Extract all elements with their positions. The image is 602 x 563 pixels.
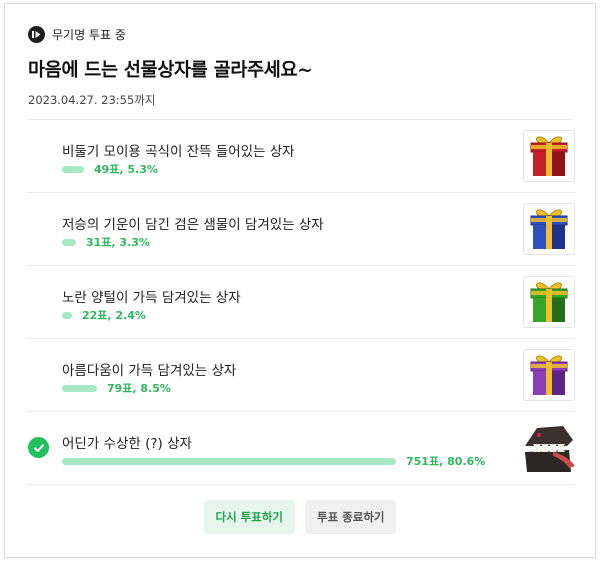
vote-result-text: 22표, 2.4% — [82, 309, 146, 322]
vote-option[interactable]: 노란 양털이 가득 담겨있는 상자 22표, 2.4% — [27, 266, 575, 339]
vote-result-text: 79표, 8.5% — [107, 382, 171, 395]
vote-option-label: 저승의 기운이 담긴 검은 샘물이 담겨있는 상자 — [62, 217, 324, 233]
vote-status-text: 무기명 투표 중 — [52, 28, 126, 42]
vote-option-label: 아름다움이 가득 담겨있는 상자 — [62, 363, 237, 379]
vote-result-bar — [62, 165, 84, 173]
vote-result-text: 751표, 80.6% — [406, 455, 486, 468]
vote-result-row: 49표, 5.3% — [62, 163, 158, 176]
vote-result-bar — [62, 384, 97, 392]
option-image[interactable] — [523, 349, 575, 401]
vote-title: 마음에 드는 선물상자를 골라주세요~ — [28, 60, 313, 81]
option-image[interactable] — [523, 130, 575, 182]
vote-option[interactable]: 비둘기 모이용 곡식이 잔뜩 들어있는 상자 49표, 5.3% — [27, 120, 575, 193]
vote-option-label: 노란 양털이 가득 담겨있는 상자 — [62, 290, 241, 306]
vote-actions: 다시 투표하기 투표 종료하기 — [5, 500, 595, 534]
vote-option[interactable]: 아름다움이 가득 담겨있는 상자 79표, 8.5% — [27, 339, 575, 412]
option-image[interactable] — [523, 276, 575, 328]
vote-option[interactable]: 어딘가 수상한 (?) 상자 751표, 80.6% — [27, 412, 575, 485]
option-image[interactable] — [523, 422, 575, 474]
vote-option-label: 어딘가 수상한 (?) 상자 — [62, 436, 192, 452]
vote-result-row: 751표, 80.6% — [62, 455, 486, 468]
option-image[interactable] — [523, 203, 575, 255]
vote-result-bar — [62, 311, 72, 319]
vote-result-row: 79표, 8.5% — [62, 382, 171, 395]
vote-option[interactable]: 저승의 기운이 담긴 검은 샘물이 담겨있는 상자 31표, 3.3% — [27, 193, 575, 266]
vote-deadline: 2023.04.27. 23:55까지 — [28, 93, 156, 107]
vote-result-text: 49표, 5.3% — [94, 163, 158, 176]
vote-result-row: 22표, 2.4% — [62, 309, 146, 322]
vote-status-icon — [28, 26, 45, 43]
end-vote-button[interactable]: 투표 종료하기 — [305, 500, 397, 534]
vote-card: 무기명 투표 중 마음에 드는 선물상자를 골라주세요~ 2023.04.27.… — [4, 3, 596, 558]
check-icon — [28, 437, 49, 458]
revote-button[interactable]: 다시 투표하기 — [203, 500, 295, 534]
vote-options-list: 비둘기 모이용 곡식이 잔뜩 들어있는 상자 49표, 5.3% 저승의 기운이… — [27, 120, 575, 485]
vote-option-label: 비둘기 모이용 곡식이 잔뜩 들어있는 상자 — [62, 144, 295, 160]
vote-result-bar — [62, 238, 76, 246]
vote-result-text: 31표, 3.3% — [86, 236, 150, 249]
vote-result-row: 31표, 3.3% — [62, 236, 150, 249]
vote-result-bar — [62, 457, 396, 465]
vote-status: 무기명 투표 중 — [28, 26, 126, 43]
